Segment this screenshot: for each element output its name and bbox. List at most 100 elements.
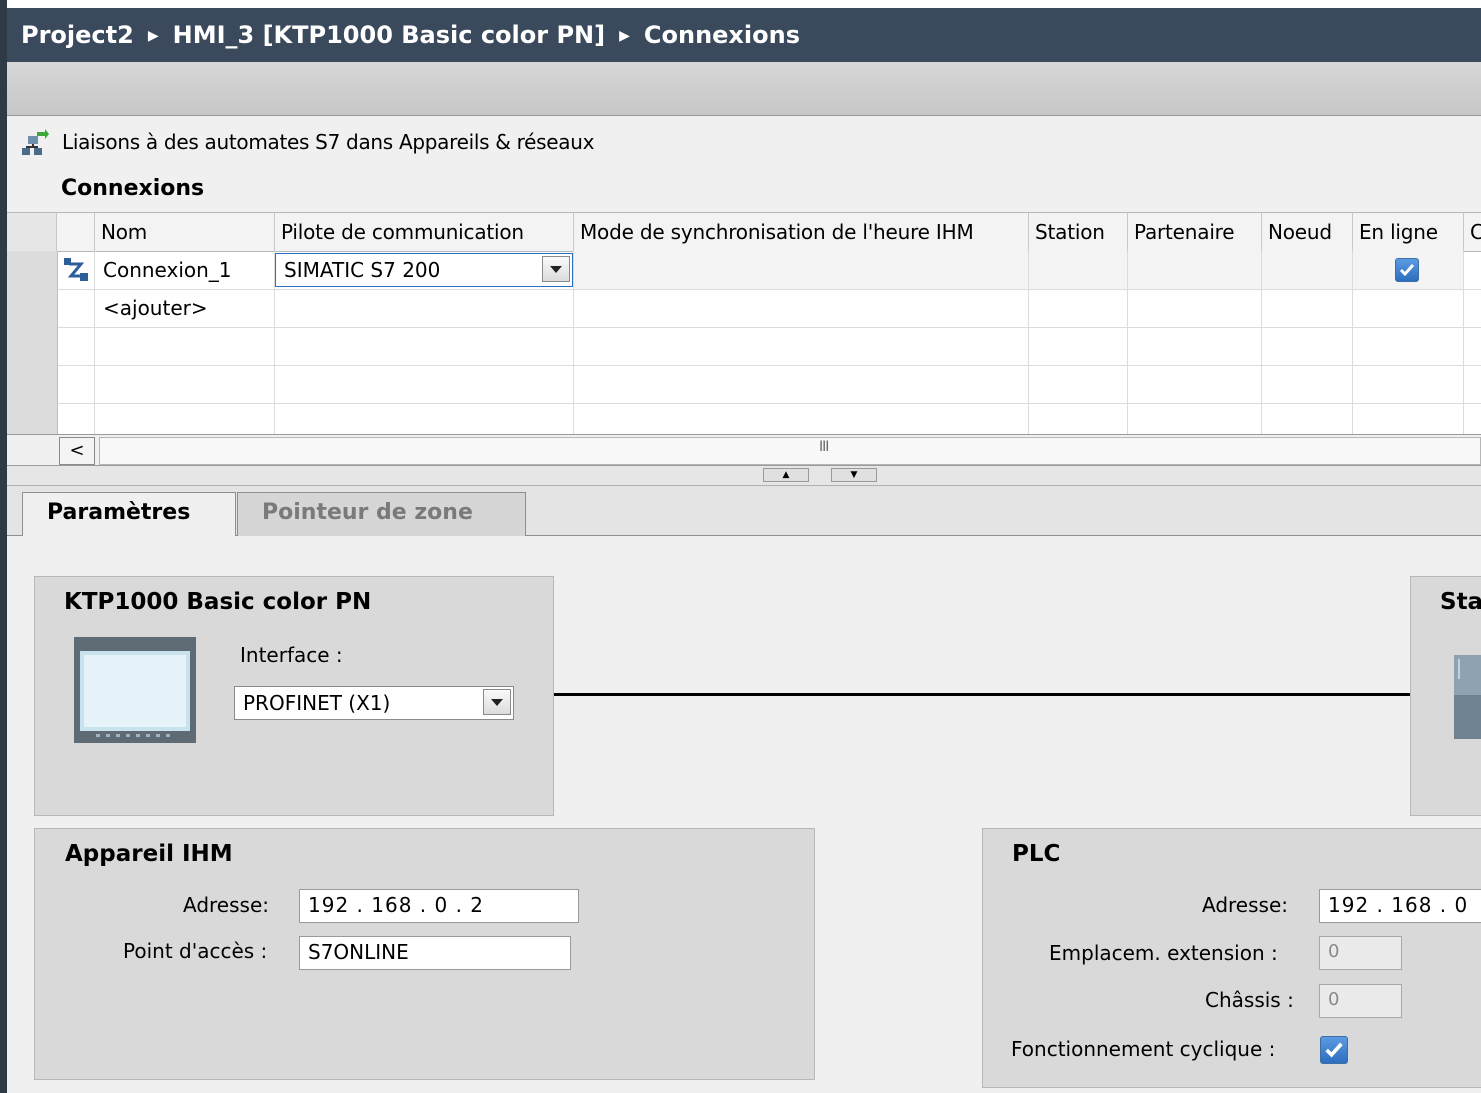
empty-cell	[574, 365, 1029, 403]
empty-cell	[574, 403, 1029, 435]
connection-line	[554, 693, 1411, 696]
breadcrumb-page: Connexions	[643, 21, 800, 49]
column-header-name[interactable]: Nom	[95, 213, 275, 251]
editor-toolbar	[7, 62, 1481, 116]
column-header-c[interactable]: C	[1464, 213, 1481, 251]
empty-cell	[57, 403, 95, 435]
table-row-empty	[7, 365, 1481, 404]
scroll-left-button[interactable]: <	[59, 437, 95, 465]
empty-cell	[1353, 289, 1464, 327]
devices-networks-link-row[interactable]: Liaisons à des automates S7 dans Apparei…	[7, 116, 1481, 170]
partner-cell[interactable]	[1128, 251, 1262, 289]
empty-cell	[574, 327, 1029, 365]
empty-cell	[1128, 403, 1262, 435]
network-devices-icon	[22, 129, 49, 155]
node-cell[interactable]	[1262, 251, 1353, 289]
splitter-up-button[interactable]: ▲	[763, 468, 809, 482]
column-header-time-sync[interactable]: Mode de synchronisation de l'heure IHM	[574, 213, 1029, 251]
table-row[interactable]: Connexion_1 SIMATIC S7 200	[7, 251, 1481, 290]
tab-area-pointer[interactable]: Pointeur de zone	[237, 492, 526, 536]
table-row-add[interactable]: <ajouter>	[7, 289, 1481, 328]
scroll-track[interactable]	[99, 437, 1481, 465]
chevron-down-icon[interactable]	[483, 689, 511, 715]
section-title: Connexions	[61, 176, 205, 201]
breadcrumb: Project2 ▶ HMI_3 [KTP1000 Basic color PN] ▶…	[7, 8, 1481, 62]
header-icon-column	[57, 213, 95, 251]
rack-input[interactable]: 0	[1319, 984, 1402, 1018]
column-header-driver[interactable]: Pilote de communication	[275, 213, 574, 251]
chevron-right-icon: ▶	[147, 28, 159, 44]
table-header-row: Nom Pilote de communication Mode de sync…	[7, 213, 1481, 252]
plc-address-panel: PLC Adresse: 192 . 168 . 0 Emplacem. ext…	[982, 828, 1481, 1088]
column-header-station[interactable]: Station	[1029, 213, 1128, 251]
breadcrumb-project[interactable]: Project2	[21, 21, 134, 49]
scroll-grip-icon[interactable]: III	[819, 439, 829, 455]
empty-cell	[1353, 327, 1464, 365]
plc-title: PLC	[1012, 841, 1061, 867]
empty-cell	[1029, 289, 1128, 327]
pane-splitter[interactable]: ▲ ▼	[7, 466, 1481, 486]
empty-cell	[275, 327, 574, 365]
empty-cell	[95, 403, 275, 435]
empty-cell	[1128, 289, 1262, 327]
plc-address-input[interactable]: 192 . 168 . 0	[1319, 889, 1481, 923]
empty-cell	[275, 289, 574, 327]
time-sync-cell[interactable]	[574, 251, 1029, 289]
connection-name-cell[interactable]: Connexion_1	[95, 251, 275, 289]
empty-cell	[1262, 327, 1353, 365]
slot-input[interactable]: 0	[1319, 936, 1402, 970]
interface-label: Interface :	[240, 643, 343, 667]
hmi-address-input[interactable]: 192 . 168 . 0 . 2	[299, 889, 579, 923]
chevron-down-icon[interactable]	[542, 256, 570, 282]
add-connection-cell[interactable]: <ajouter>	[95, 289, 275, 327]
connections-section-header: Connexions	[7, 170, 1481, 212]
empty-cell	[1029, 403, 1128, 435]
tab-parameters[interactable]: Paramètres	[22, 492, 236, 537]
online-cell[interactable]	[1353, 251, 1464, 289]
interface-dropdown[interactable]: PROFINET (X1)	[234, 686, 514, 720]
row-header	[7, 403, 58, 435]
driver-dropdown[interactable]: SIMATIC S7 200	[275, 253, 573, 287]
splitter-down-button[interactable]: ▼	[831, 468, 877, 482]
row-header	[7, 327, 58, 365]
column-header-node[interactable]: Noeud	[1262, 213, 1353, 251]
empty-cell	[1262, 289, 1353, 327]
empty-cell	[1262, 403, 1353, 435]
devices-networks-link[interactable]: Liaisons à des automates S7 dans Apparei…	[62, 130, 594, 154]
cyclic-checkbox[interactable]	[1320, 1036, 1348, 1064]
empty-cell	[1262, 365, 1353, 403]
row-header[interactable]	[7, 289, 58, 327]
breadcrumb-device[interactable]: HMI_3 [KTP1000 Basic color PN]	[173, 21, 605, 49]
horizontal-scrollbar[interactable]: < III	[7, 434, 1481, 466]
connection-icon	[64, 258, 88, 281]
header-corner	[7, 213, 57, 251]
slot-label: Emplacem. extension :	[1049, 941, 1278, 965]
station-cell[interactable]	[1029, 251, 1128, 289]
table-row-empty	[7, 403, 1481, 435]
empty-cell	[1128, 327, 1262, 365]
row-header[interactable]	[7, 251, 58, 289]
access-point-input[interactable]: S7ONLINE	[299, 936, 571, 970]
plc-address-label: Adresse:	[1202, 893, 1288, 917]
window-left-border	[0, 0, 7, 1093]
empty-cell	[1353, 365, 1464, 403]
column-header-online[interactable]: En ligne	[1353, 213, 1464, 251]
hmi-address-label: Adresse:	[183, 893, 269, 917]
parameters-panel: KTP1000 Basic color PN Interface : PROFI…	[7, 536, 1481, 1093]
hmi-address-panel: Appareil IHM Adresse: 192 . 168 . 0 . 2 …	[34, 828, 815, 1080]
hmi-panel-icon	[74, 637, 196, 743]
empty-cell	[95, 327, 275, 365]
table-row-empty	[7, 327, 1481, 366]
cyclic-label: Fonctionnement cyclique :	[1011, 1037, 1276, 1061]
chevron-right-icon: ▶	[619, 28, 630, 44]
column-header-partner[interactable]: Partenaire	[1128, 213, 1262, 251]
driver-cell[interactable]: SIMATIC S7 200	[275, 251, 574, 289]
rack-label: Châssis :	[1205, 988, 1294, 1012]
plc-station-icon	[1454, 655, 1481, 739]
empty-cell	[275, 365, 574, 403]
access-point-label: Point d'accès :	[123, 939, 268, 963]
online-checkbox[interactable]	[1395, 258, 1419, 282]
station-title: Sta	[1440, 589, 1481, 615]
hmi-address-title: Appareil IHM	[65, 841, 233, 867]
checkmark-icon	[1399, 264, 1415, 277]
